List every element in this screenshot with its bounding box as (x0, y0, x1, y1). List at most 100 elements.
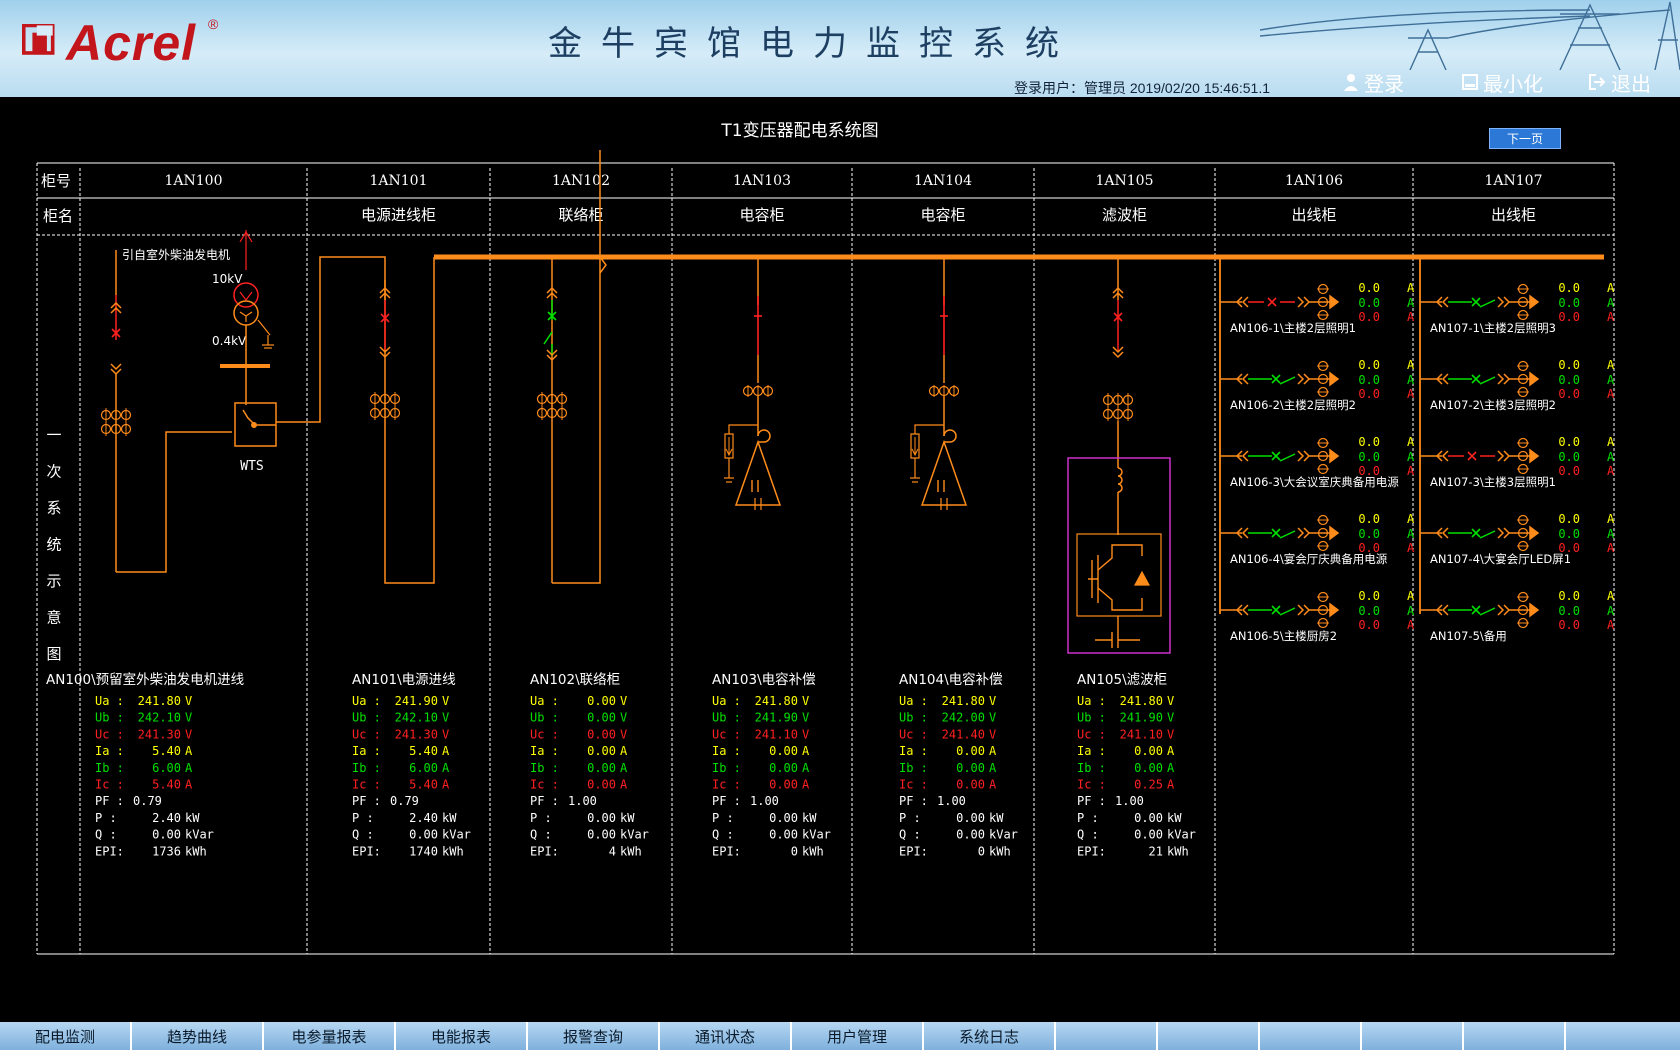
breaker-x (1271, 528, 1281, 538)
feeder-name: AN106-5\主楼厨房2 (1230, 629, 1337, 643)
meter-unit-p: kW (185, 811, 200, 825)
igbt-icon (1088, 544, 1143, 611)
meter-unit-ib: A (185, 761, 193, 775)
nav-tab-empty (1158, 1022, 1260, 1050)
wts-label: WTS (240, 459, 263, 474)
meter-label-epi: EPI: (1077, 844, 1106, 858)
meter-label-ia: Ia : (530, 744, 559, 758)
meter-label-q: Q : (712, 828, 734, 842)
feeder-current-b: 0.0 (1558, 296, 1580, 310)
nav-tab-7[interactable]: 系统日志 (924, 1022, 1056, 1050)
meter-label-epi: EPI: (712, 844, 741, 858)
nav-tab-6[interactable]: 用户管理 (792, 1022, 924, 1050)
meter-label-ua: Ua : (899, 694, 928, 708)
feeder-arrow-icon (1329, 525, 1340, 541)
meter-label-pf: PF : (95, 794, 124, 808)
wire (911, 437, 919, 457)
hv-label: 10kV (212, 272, 243, 286)
meter-value-q: 0.00 (587, 828, 616, 842)
incomer-loop (276, 256, 435, 584)
connector-chevron (1497, 296, 1511, 308)
nav-tab-5[interactable]: 通讯状态 (660, 1022, 792, 1050)
meter-value-pf: 1.00 (1115, 794, 1144, 808)
feeder-current-b: 0.0 (1358, 604, 1380, 618)
nav-tab-2[interactable]: 电参量报表 (264, 1022, 396, 1050)
nav-tab-empty (1056, 1022, 1158, 1050)
filter-enclosure (1067, 457, 1171, 654)
meter-title: AN103\电容补偿 (712, 671, 816, 688)
connector-chevron (1497, 527, 1511, 539)
meter-label-ib: Ib : (95, 761, 124, 775)
wts-contact (251, 422, 257, 428)
footer-nav: 配电监测 趋势曲线 电参量报表 电能报表 报警查询 通讯状态 用户管理 系统日志 (0, 1022, 1680, 1050)
feeder-arrow-icon (1329, 602, 1340, 618)
meter-label-q: Q : (95, 828, 117, 842)
feeder-unit-a: A (1407, 589, 1415, 603)
meter-label-ub: Ub : (712, 711, 741, 725)
feeder-current-b: 0.0 (1558, 527, 1580, 541)
meter-value-ib: 0.00 (956, 761, 985, 775)
nav-tab-3[interactable]: 电能报表 (396, 1022, 528, 1050)
feeder-unit-b: A (1607, 450, 1615, 464)
meter-value-ub: 241.90 (1120, 711, 1163, 725)
meter-unit-p: kW (1167, 811, 1182, 825)
meter-unit-ub: V (1167, 711, 1174, 725)
cabinet-name: 出线柜 (1491, 206, 1536, 224)
nav-tab-4[interactable]: 报警查询 (528, 1022, 660, 1050)
meter-value-pf: 1.00 (568, 794, 597, 808)
feeder-unit-b: A (1407, 527, 1415, 541)
meter-unit-ic: A (442, 778, 450, 792)
connector-chevron (1497, 450, 1511, 462)
feeder-name: AN107-4\大宴会厅LED屏1 (1430, 552, 1571, 566)
meter-unit-epi: kWh (1167, 844, 1189, 858)
cabinet-name: 联络柜 (558, 206, 603, 224)
side-label-char: 一 (46, 426, 61, 444)
meter-unit-ia: A (802, 744, 810, 758)
meter-unit-uc: V (620, 727, 627, 741)
meter-value-q: 0.00 (152, 828, 181, 842)
feeder-unit-c: A (1407, 618, 1415, 632)
meter-value-ib: 0.00 (769, 761, 798, 775)
side-label-char: 系 (46, 499, 61, 517)
feeder-arrow-icon (1529, 371, 1540, 387)
meter-unit-q: kVar (989, 828, 1018, 842)
feeder-name: AN106-4\宴会厅庆典备用电源 (1230, 552, 1388, 566)
meter-unit-ua: V (620, 694, 627, 708)
meter-unit-ia: A (442, 744, 450, 758)
feeder-unit-a: A (1607, 358, 1615, 372)
meter-label-ic: Ic : (1077, 778, 1106, 792)
feeder-unit-c: A (1607, 387, 1615, 401)
meter-value-uc: 241.10 (755, 727, 798, 741)
meter-value-p: 0.00 (956, 811, 985, 825)
meter-value-ia: 5.40 (409, 744, 438, 758)
feeder-unit-b: A (1607, 296, 1615, 310)
feeder-unit-c: A (1407, 310, 1415, 324)
nav-tab-0[interactable]: 配电监测 (0, 1022, 132, 1050)
cabinet-number: 1AN106 (1285, 173, 1343, 189)
meter-title: AN101\电源进线 (352, 672, 456, 688)
meter-unit-ub: V (802, 711, 809, 725)
meter-value-ib: 0.00 (587, 761, 616, 775)
feeder-current-c: 0.0 (1358, 387, 1380, 401)
feeder-name: AN107-1\主楼2层照明3 (1430, 321, 1556, 335)
cabinet-name: 电源进线柜 (361, 206, 436, 224)
meter-unit-epi: kWh (185, 844, 207, 858)
meter-unit-p: kW (442, 811, 457, 825)
meter-label-q: Q : (899, 828, 921, 842)
nav-tab-1[interactable]: 趋势曲线 (132, 1022, 264, 1050)
cabinet-number: 1AN105 (1096, 173, 1154, 189)
meter-label-p: P : (712, 811, 734, 825)
meter-label-ib: Ib : (1077, 761, 1106, 775)
meter-value-p: 2.40 (152, 811, 181, 825)
meter-label-pf: PF : (530, 794, 559, 808)
cabinet-name: 滤波柜 (1102, 206, 1147, 224)
meter-unit-epi: kWh (989, 844, 1011, 858)
meter-label-p: P : (530, 811, 552, 825)
meter-value-q: 0.00 (956, 828, 985, 842)
meter-label-ia: Ia : (899, 744, 928, 758)
meter-unit-ua: V (989, 694, 996, 708)
breaker-x (1267, 297, 1277, 307)
meter-label-ib: Ib : (352, 761, 381, 775)
feeder-unit-a: A (1607, 589, 1615, 603)
meter-value-epi: 21 (1149, 844, 1163, 858)
